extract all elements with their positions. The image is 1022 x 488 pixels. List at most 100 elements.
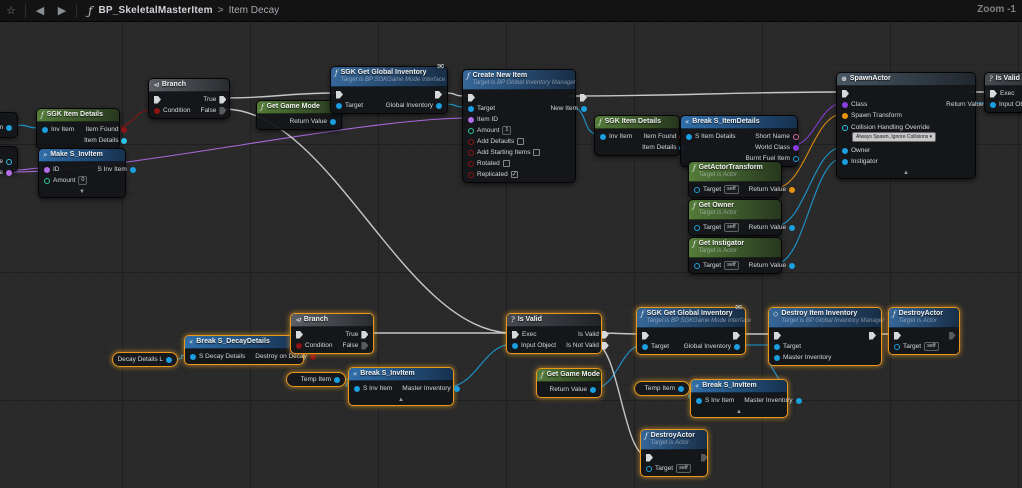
get-owner[interactable]: ƒGet OwnerTarget is ActorTargetselfRetur… [688,199,782,236]
data-pin-icon[interactable] [436,103,442,109]
data-pin-icon[interactable] [130,167,136,173]
pin-condition[interactable]: Condition [291,340,337,351]
data-pin-icon[interactable] [354,386,360,392]
data-pin-icon[interactable] [642,344,648,350]
data-pin-icon[interactable] [44,167,50,173]
pin-return-value[interactable]: Return Value [744,222,800,233]
data-pin-icon[interactable] [694,263,700,269]
data-pin-icon[interactable] [590,387,596,393]
exec-pin-icon[interactable] [733,332,740,340]
pin-add-defaults[interactable]: Add Defaults [463,136,545,147]
back-arrow-icon[interactable]: ◀ [29,0,51,22]
pin-target[interactable]: Target [637,341,674,352]
exec-pin-icon[interactable] [646,454,653,462]
pin-exec[interactable] [769,330,836,341]
data-pin-icon[interactable] [296,343,302,349]
node-header[interactable]: «Break S_ItemDetails [681,116,797,129]
pin-is-not-valid[interactable]: Is Not Valid [561,340,614,351]
favorite-star-icon[interactable]: ☆ [0,0,22,22]
pin-target[interactable]: Target [331,100,368,111]
node-header[interactable]: ƒGet Game Mode [257,101,341,114]
pin-condition[interactable]: Condition [149,105,195,116]
pin-rotated[interactable]: Rotated [463,158,545,169]
data-pin-icon[interactable] [646,466,652,472]
graph-canvas[interactable]: temƒSGK Item DetailsInv ItemItem FoundIt… [0,22,1022,488]
data-pin-icon[interactable] [696,398,702,404]
get-game-mode-2[interactable]: ƒGet Game ModeReturn Value [536,368,602,398]
destroy-actor-1[interactable]: ƒDestroyActorTarget is ActorTargetself [888,307,960,355]
pin-exec[interactable] [837,88,941,99]
pin-exec[interactable] [889,330,944,341]
data-pin-icon[interactable] [468,150,474,156]
pin-amount[interactable]: Amount1 [463,125,545,136]
data-pin-icon[interactable] [468,161,474,167]
forward-arrow-icon[interactable]: ▶ [51,0,73,22]
data-pin-icon[interactable] [796,398,802,404]
node-header[interactable]: ?Is Valid [985,73,1022,86]
pin-s-inv-item[interactable]: S Inv Item [691,395,739,406]
get-actor-transform[interactable]: ƒGetActorTransformTarget is ActorTargets… [688,161,782,198]
data-pin-icon[interactable] [793,145,799,151]
pin-inv-item[interactable]: Inv Item [37,124,79,135]
pin-s-inv-item[interactable]: S Inv Item [349,383,397,394]
pin-checkbox[interactable]: ✓ [511,171,518,178]
exec-pin-icon[interactable] [602,331,609,339]
pin-exec[interactable] [637,330,674,341]
pin-exec[interactable] [575,92,592,103]
break-s-invitem-2[interactable]: «Break S_InvItemS Inv ItemMaster Invento… [690,379,788,418]
pin-short-name[interactable]: Short Name [750,131,804,142]
breadcrumb-function[interactable]: Item Decay [229,5,280,16]
pin-item-details[interactable]: Item Details [79,135,132,146]
pin-value-field[interactable]: self [724,185,739,194]
node-header[interactable]: ?Is Valid [507,314,601,327]
pin-new-item[interactable]: New Item [545,103,591,114]
exec-pin-icon[interactable] [219,96,226,104]
branch-1[interactable]: ⊲BranchConditionTrueFalse [148,78,230,119]
pin-amount[interactable]: Amount0 [39,175,92,186]
data-pin-icon[interactable] [6,170,12,176]
pin-false[interactable]: False [195,105,231,116]
data-pin-icon[interactable] [468,139,474,145]
pin-input-object[interactable]: Input Object [985,99,1022,110]
break-s-decaydetails[interactable]: «Break S_DecayDetailsS Decay DetailsDest… [184,335,304,365]
sgk-get-global-inventory-1[interactable]: ƒSGK Get Global InventoryTarget is BP SG… [330,66,448,114]
data-pin-icon[interactable] [310,354,316,360]
destroy-item-inventory[interactable]: ◇Destroy Item InventoryTarget is BP Glob… [768,307,882,366]
node-header[interactable]: ƒGet OwnerTarget is Actor [689,200,781,220]
data-pin-icon[interactable] [990,102,996,108]
exec-pin-icon[interactable] [774,332,781,340]
node-header[interactable]: ⊲Branch [149,79,229,92]
exec-pin-icon[interactable] [154,96,161,104]
node-header[interactable]: ⊛SpawnActor [837,73,975,86]
node-header[interactable]: ◇Destroy Item InventoryTarget is BP Glob… [769,308,881,328]
data-pin-icon[interactable] [336,103,342,109]
pin-exec[interactable] [430,89,447,100]
exec-pin-icon[interactable] [361,331,368,339]
exec-pin-icon[interactable] [990,90,997,98]
data-pin-icon[interactable] [734,344,740,350]
pin-item-found[interactable]: Item Found [81,124,133,135]
data-pin-icon[interactable] [694,225,700,231]
data-pin-icon[interactable] [678,386,684,392]
pin-input-object[interactable]: Input Object [507,340,561,351]
data-pin-icon[interactable] [774,344,780,350]
pin-target[interactable]: Targetself [689,184,744,195]
pin-value-field[interactable]: self [724,261,739,270]
sgk-item-details-1[interactable]: ƒSGK Item DetailsInv ItemItem FoundItem … [36,108,120,149]
data-pin-icon[interactable] [686,134,692,140]
exec-pin-icon[interactable] [296,331,303,339]
data-pin-icon[interactable] [468,128,474,134]
data-pin-icon[interactable] [793,134,799,140]
spawn-actor[interactable]: ⊛SpawnActorClassSpawn TransformCollision… [836,72,976,179]
data-pin-icon[interactable] [468,117,474,123]
node-header[interactable]: ƒGet InstigatorTarget is Actor [689,238,781,258]
pin-value-field[interactable]: self [676,464,691,473]
data-pin-icon[interactable] [842,148,848,154]
pin-item-id[interactable]: Item ID [463,114,545,125]
node-collapse-toggle[interactable]: ▲ [837,169,975,178]
var-decay-details[interactable]: Decay Details L [112,352,178,367]
make-s-invitem[interactable]: »Make S_InvItemIDAmount0S Inv Item▼ [38,148,126,198]
sgk-get-global-inventory-2[interactable]: ƒSGK Get Global InventoryTarget is BP SG… [636,307,746,355]
pin-exec[interactable] [696,452,713,463]
data-pin-icon[interactable] [842,125,848,131]
